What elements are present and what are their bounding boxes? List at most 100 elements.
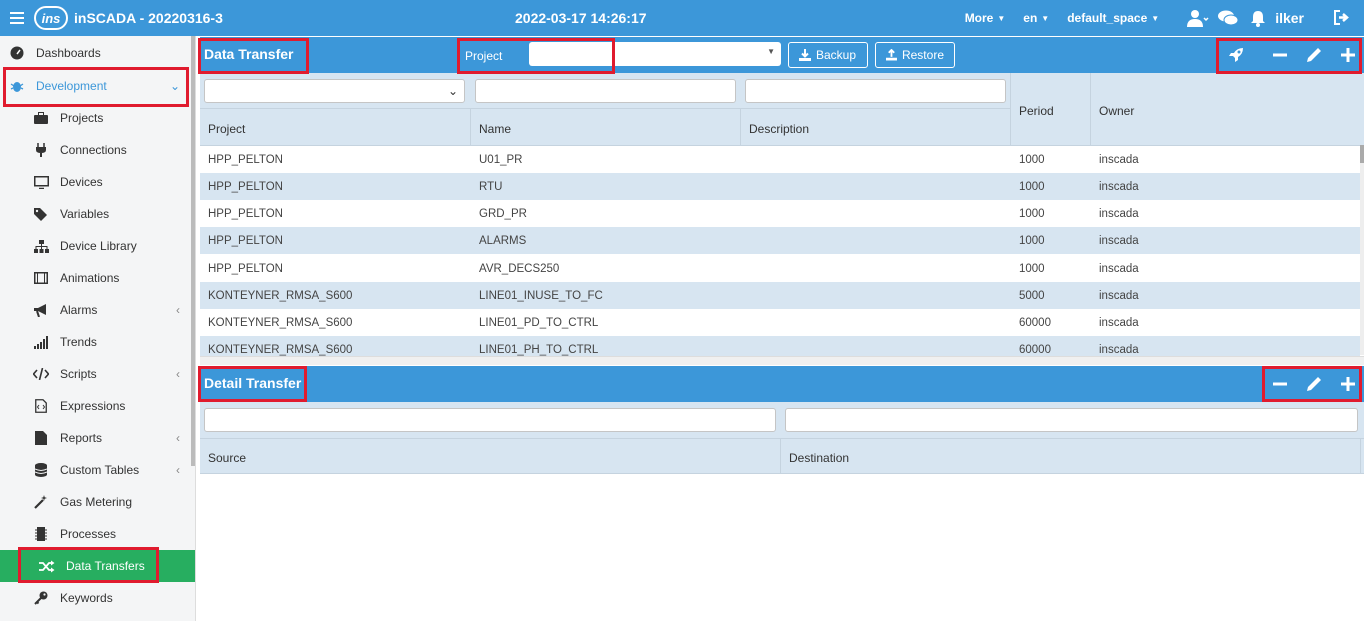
chevron-down-icon: ▼: [1041, 13, 1050, 23]
sidebar-item-devices[interactable]: Devices: [0, 166, 196, 198]
cell-project: HPP_PELTON: [208, 235, 283, 247]
cell-period: 1000: [1019, 154, 1045, 166]
divider: [200, 438, 1364, 439]
sidebar-item-label: Trends: [60, 335, 97, 349]
sidebar-item-reports[interactable]: Reports ‹: [0, 422, 196, 454]
cell-period: 1000: [1019, 208, 1045, 220]
divider: [200, 108, 1010, 109]
upload-icon: [886, 49, 897, 61]
table-row[interactable]: KONTEYNER_RMSA_S600 LINE01_INUSE_TO_FC 5…: [200, 282, 1360, 309]
sidebar-item-processes[interactable]: Processes: [0, 518, 196, 550]
space-menu[interactable]: default_space ▼: [1067, 11, 1159, 25]
destination-column-filter[interactable]: [785, 408, 1358, 432]
table-row[interactable]: HPP_PELTON RTU 1000 inscada: [200, 173, 1360, 200]
rocket-icon[interactable]: [1226, 45, 1246, 65]
table-scrollbar[interactable]: [1360, 145, 1364, 355]
sidebar-item-label: Processes: [60, 527, 117, 541]
sidebar-item-label: Custom Tables: [60, 463, 140, 477]
cell-owner: inscada: [1099, 317, 1139, 329]
detail-transfer-table-header: Source Destination: [200, 402, 1364, 474]
cell-name: ALARMS: [479, 235, 527, 247]
chevron-left-icon: ‹: [176, 463, 180, 477]
sidebar-item-projects[interactable]: Projects: [0, 102, 196, 134]
sidebar: Dashboards Development ⌄ Projects Connec…: [0, 36, 196, 621]
sidebar-item-alarms[interactable]: Alarms ‹: [0, 294, 196, 326]
more-menu[interactable]: More ▼: [965, 11, 1006, 25]
user-name[interactable]: ilker: [1275, 10, 1304, 26]
project-filter-label: Project: [465, 49, 503, 63]
table-row[interactable]: HPP_PELTON ALARMS 1000 inscada: [200, 227, 1360, 254]
cell-name: LINE01_INUSE_TO_FC: [479, 290, 603, 302]
table-row[interactable]: HPP_PELTON U01_PR 1000 inscada: [200, 146, 1360, 173]
sidebar-item-scripts[interactable]: Scripts ‹: [0, 358, 196, 390]
column-header-name[interactable]: Name: [479, 122, 511, 136]
menu-toggle-icon[interactable]: [0, 0, 34, 36]
sidebar-item-variables[interactable]: Variables: [0, 198, 196, 230]
sidebar-item-expressions[interactable]: Expressions: [0, 390, 196, 422]
tags-icon: [30, 207, 52, 221]
plus-icon[interactable]: [1338, 45, 1358, 65]
language-menu[interactable]: en ▼: [1023, 11, 1049, 25]
horizontal-scrollbar[interactable]: [200, 356, 1364, 365]
sidebar-item-gas-metering[interactable]: Gas Metering: [0, 486, 196, 518]
plus-icon[interactable]: [1338, 374, 1358, 394]
pencil-icon[interactable]: [1304, 374, 1324, 394]
sidebar-item-trends[interactable]: Trends: [0, 326, 196, 358]
restore-button[interactable]: Restore: [875, 42, 955, 68]
sidebar-item-label: Keywords: [60, 591, 113, 605]
bell-icon[interactable]: [1245, 0, 1271, 36]
chevron-down-icon: ⌄: [447, 84, 458, 98]
signal-icon: [30, 335, 52, 349]
sidebar-item-data-transfers[interactable]: Data Transfers: [0, 550, 195, 582]
cell-owner: inscada: [1099, 290, 1139, 302]
column-header-source[interactable]: Source: [208, 451, 246, 465]
chevron-left-icon: ‹: [176, 367, 180, 381]
sidebar-item-animations[interactable]: Animations: [0, 262, 196, 294]
backup-button[interactable]: Backup: [788, 42, 868, 68]
chat-icon[interactable]: [1215, 0, 1241, 36]
column-header-destination[interactable]: Destination: [789, 451, 849, 465]
column-header-owner[interactable]: Owner: [1099, 104, 1134, 118]
divider: [1010, 73, 1011, 146]
pencil-icon[interactable]: [1304, 45, 1324, 65]
cell-owner: inscada: [1099, 208, 1139, 220]
table-row[interactable]: HPP_PELTON GRD_PR 1000 inscada: [200, 200, 1360, 227]
column-header-period[interactable]: Period: [1019, 104, 1054, 118]
cell-name: LINE01_PH_TO_CTRL: [479, 344, 599, 356]
more-menu-label: More: [964, 11, 994, 25]
detail-transfer-header: Detail Transfer: [200, 366, 1364, 402]
app-logo: ins: [34, 6, 68, 30]
chevron-down-icon: ▼: [1151, 13, 1160, 23]
sidebar-item-keywords[interactable]: Keywords: [0, 582, 196, 614]
sidebar-item-label: Development: [36, 79, 107, 93]
sidebar-item-dashboards[interactable]: Dashboards: [0, 37, 196, 69]
divider: [780, 438, 781, 474]
sidebar-item-label: Variables: [60, 207, 110, 221]
sidebar-item-custom-tables[interactable]: Custom Tables ‹: [0, 454, 196, 486]
table-row[interactable]: HPP_PELTON AVR_DECS250 1000 inscada: [200, 255, 1360, 282]
description-column-filter[interactable]: [745, 79, 1006, 103]
table-row[interactable]: KONTEYNER_RMSA_S600 LINE01_PH_TO_CTRL 60…: [200, 336, 1360, 356]
project-column-filter[interactable]: ⌄: [204, 79, 465, 103]
key-icon: [30, 591, 52, 605]
language-label: en: [1023, 11, 1038, 25]
sidebar-item-development[interactable]: Development ⌄: [0, 70, 196, 102]
logout-icon[interactable]: [1334, 10, 1350, 28]
sidebar-item-label: Devices: [60, 175, 103, 189]
table-row[interactable]: KONTEYNER_RMSA_S600 LINE01_PD_TO_CTRL 60…: [200, 309, 1360, 336]
user-icon[interactable]: [1185, 0, 1211, 36]
column-header-description[interactable]: Description: [749, 122, 809, 136]
minus-icon[interactable]: [1270, 45, 1290, 65]
data-transfer-title: Data Transfer: [204, 46, 294, 62]
name-column-filter[interactable]: [475, 79, 736, 103]
microchip-icon: [30, 527, 52, 541]
minus-icon[interactable]: [1270, 374, 1290, 394]
plug-icon: [30, 143, 52, 157]
sidebar-item-connections[interactable]: Connections: [0, 134, 196, 166]
cell-name: AVR_DECS250: [479, 263, 560, 275]
project-select[interactable]: ▼: [529, 42, 781, 66]
column-header-project[interactable]: Project: [208, 122, 245, 136]
chevron-down-icon: ⌄: [169, 79, 180, 93]
sidebar-item-device-library[interactable]: Device Library: [0, 230, 196, 262]
source-column-filter[interactable]: [204, 408, 776, 432]
